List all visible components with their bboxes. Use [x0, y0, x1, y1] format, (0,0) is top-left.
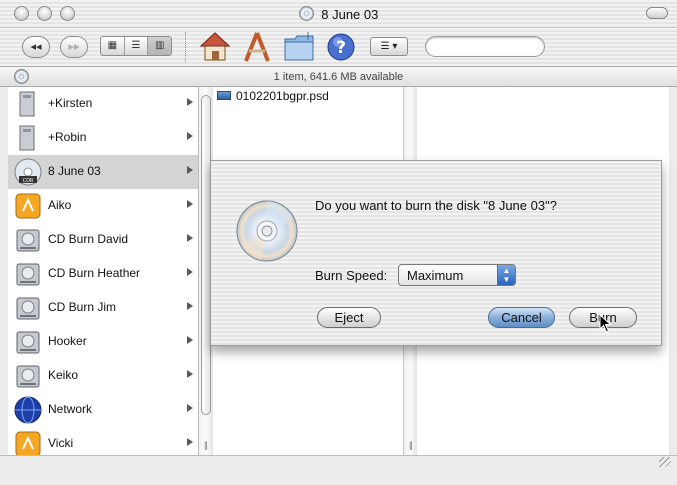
window-title-area: 8 June 03: [0, 6, 677, 22]
network-globe-icon: [14, 396, 42, 424]
finder-window: 8 June 03 ◂◂ ▸▸ ▦ ☰ ▥ + ? ☰ ▾ 1 item, 64…: [0, 0, 677, 485]
forward-button[interactable]: ▸▸: [60, 36, 88, 58]
sidebar-item-label: CD Burn David: [48, 232, 129, 246]
hard-drive-icon: [16, 263, 40, 286]
column-resize-grip[interactable]: ||: [409, 440, 413, 450]
sidebar-item-network[interactable]: Network: [8, 393, 198, 427]
eject-button[interactable]: Eject: [317, 307, 381, 328]
sidebar-item-label: +Robin: [48, 130, 87, 144]
sidebar-item-hooker[interactable]: Hooker: [8, 325, 198, 359]
status-text: 1 item, 641.6 MB available: [273, 71, 404, 83]
burn-speed-label: Burn Speed:: [315, 268, 388, 283]
sidebar-item-8-june-03[interactable]: CDR 8 June 03: [8, 155, 198, 189]
sidebar-item-cd-burn-heather[interactable]: CD Burn Heather: [8, 257, 198, 291]
firewire-drive-icon: [15, 431, 41, 455]
hard-drive-icon: [16, 229, 40, 252]
sidebar-item-aiko[interactable]: Aiko: [8, 189, 198, 223]
svg-text:+: +: [303, 30, 313, 43]
disclosure-arrow-icon: [187, 404, 193, 412]
back-arrow-icon: ◂◂: [30, 41, 42, 53]
hard-drive-icon: [16, 365, 40, 388]
folder-icon[interactable]: +: [282, 30, 316, 64]
burn-speed-popup[interactable]: Maximum ▲ ▼: [398, 264, 516, 286]
sidebar-item-label: CD Burn Heather: [48, 266, 141, 280]
forward-arrow-icon: ▸▸: [68, 41, 80, 53]
svg-text:CDR: CDR: [23, 178, 34, 184]
cd-disc-icon: [236, 200, 298, 262]
mouse-pointer-icon: [599, 314, 612, 333]
action-menu-button[interactable]: ☰ ▾: [370, 37, 408, 56]
server-icon: [19, 91, 35, 117]
sidebar-item-label: Hooker: [48, 334, 87, 348]
search-field[interactable]: [425, 36, 545, 57]
sidebar-item-cd-burn-david[interactable]: CD Burn David: [8, 223, 198, 257]
psd-file-icon: [217, 91, 231, 100]
sidebar-item-vicki[interactable]: Vicki: [8, 427, 198, 455]
hard-drive-icon: [16, 331, 40, 354]
disclosure-arrow-icon: [187, 166, 193, 174]
applications-icon[interactable]: [240, 30, 274, 64]
window-right-edge: [669, 87, 677, 455]
disclosure-arrow-icon: [187, 438, 193, 446]
window-left-edge: [0, 87, 8, 455]
sidebar: +Kirsten +Robin CDR 8 June 03 Aiko CD Bu…: [8, 87, 199, 455]
sidebar-item-label: CD Burn Jim: [48, 300, 117, 314]
action-menu-icon: ☰ ▾: [380, 41, 398, 52]
cdr-disc-icon: [298, 6, 314, 21]
sidebar-item-kirsten[interactable]: +Kirsten: [8, 87, 198, 121]
sidebar-item-cd-burn-jim[interactable]: CD Burn Jim: [8, 291, 198, 325]
icon-view-icon[interactable]: ▦: [101, 37, 125, 55]
status-bar: 1 item, 641.6 MB available: [0, 66, 677, 87]
file-item[interactable]: 0102201bgpr.psd: [217, 89, 329, 107]
disclosure-arrow-icon: [187, 268, 193, 276]
server-icon: [19, 125, 35, 151]
title-bar[interactable]: 8 June 03: [0, 0, 677, 28]
sidebar-item-robin[interactable]: +Robin: [8, 121, 198, 155]
disclosure-arrow-icon: [187, 200, 193, 208]
back-button[interactable]: ◂◂: [22, 36, 50, 58]
window-title: 8 June 03: [321, 7, 379, 22]
sidebar-item-label: Network: [48, 402, 93, 416]
view-mode-selector: ▦ ☰ ▥: [100, 36, 172, 56]
disclosure-arrow-icon: [187, 234, 193, 242]
sidebar-item-keiko[interactable]: Keiko: [8, 359, 198, 393]
firewire-drive-icon: [15, 193, 41, 219]
help-icon[interactable]: ?: [324, 30, 358, 64]
burn-prompt-text: Do you want to burn the disk "8 June 03"…: [315, 198, 557, 213]
column-view-icon[interactable]: ▥: [148, 37, 172, 55]
hard-drive-icon: [16, 297, 40, 320]
burn-speed-value: Maximum: [407, 268, 464, 283]
resize-handle[interactable]: [659, 457, 671, 467]
toolbar-separator: [185, 32, 186, 62]
home-icon[interactable]: [198, 30, 232, 64]
disclosure-arrow-icon: [187, 98, 193, 106]
sidebar-item-label: Keiko: [48, 368, 79, 382]
list-view-icon[interactable]: ☰: [125, 37, 149, 55]
disclosure-arrow-icon: [187, 302, 193, 310]
disclosure-arrow-icon: [187, 132, 193, 140]
svg-text:?: ?: [336, 38, 346, 58]
burn-disc-sheet: Do you want to burn the disk "8 June 03"…: [210, 160, 662, 346]
sidebar-item-label: +Kirsten: [48, 96, 93, 110]
sidebar-item-label: Aiko: [48, 198, 72, 212]
horizontal-scroll-area: [0, 455, 677, 485]
disclosure-arrow-icon: [187, 336, 193, 344]
sidebar-item-label: Vicki: [48, 436, 74, 450]
cdr-disc-icon: CDR: [14, 158, 42, 186]
disclosure-arrow-icon: [187, 370, 193, 378]
updown-arrows-icon: ▲ ▼: [497, 265, 515, 285]
cancel-button[interactable]: Cancel: [488, 307, 555, 328]
column-resize-grip[interactable]: ||: [204, 440, 208, 450]
file-name: 0102201bgpr.psd: [236, 89, 329, 103]
toolbar-toggle-button[interactable]: [646, 7, 668, 19]
sidebar-item-label: 8 June 03: [48, 164, 101, 178]
